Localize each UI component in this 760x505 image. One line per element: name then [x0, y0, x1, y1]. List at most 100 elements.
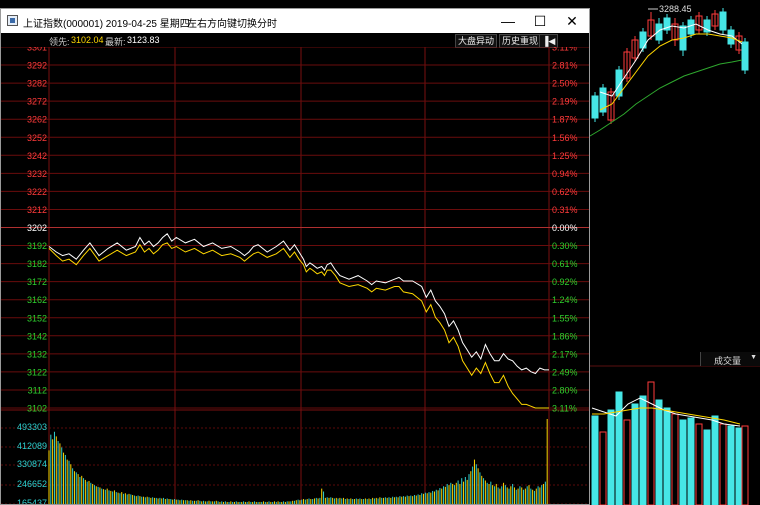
price-tick-label: 3172 — [27, 277, 47, 287]
volume-tick-label: 412089 — [17, 441, 47, 451]
intraday-popup-window: 上证指数(000001) 2019-04-25 星期四 左右方向键切换分时 — … — [0, 8, 590, 505]
chart-grid — [1, 47, 589, 504]
bg-volume-bar — [671, 413, 679, 505]
kline-candles — [591, 8, 749, 124]
percent-tick-label: 0.00% — [552, 223, 578, 233]
price-tick-label: 3262 — [27, 115, 47, 125]
average-price-line — [48, 242, 549, 409]
price-tick-label: 3282 — [27, 79, 47, 89]
high-price-label: 3288.45 — [659, 4, 692, 14]
candle-body — [687, 19, 695, 35]
percent-tick-label: 1.25% — [552, 151, 578, 161]
price-tick-label: 3132 — [27, 349, 47, 359]
percent-tick-label: 2.80% — [552, 385, 578, 395]
bg-volume-bar — [623, 419, 631, 505]
percent-tick-label: 2.81% — [552, 61, 578, 71]
percent-tick-label: 0.94% — [552, 169, 578, 179]
price-tick-label: 3232 — [27, 169, 47, 179]
price-tick-label: 3301 — [27, 47, 47, 53]
bg-volume-bar — [727, 425, 735, 505]
bg-volume-bar — [687, 417, 695, 505]
bg-volume-bar — [711, 415, 719, 505]
percent-tick-label: 1.24% — [552, 295, 578, 305]
percent-tick-label: 1.86% — [552, 331, 578, 341]
price-tick-label: 3182 — [27, 259, 47, 269]
price-tick-label: 3112 — [28, 385, 47, 395]
maximize-button[interactable]: ☐ — [525, 9, 555, 33]
bg-volume-bar — [655, 399, 663, 505]
percent-tick-label: 0.30% — [552, 241, 578, 251]
percent-tick-label: 2.17% — [552, 349, 578, 359]
volume-tick-label: 246652 — [17, 479, 47, 489]
price-tick-label: 3222 — [27, 187, 47, 197]
price-lines — [48, 233, 549, 409]
price-tick-label: 3192 — [27, 241, 47, 251]
minimize-button[interactable]: — — [493, 9, 523, 33]
price-tick-label: 3202 — [27, 223, 47, 233]
title-bar[interactable]: 上证指数(000001) 2019-04-25 星期四 左右方向键切换分时 — … — [1, 9, 589, 33]
bg-volume-bar — [615, 391, 623, 505]
bg-volume-bar — [663, 407, 671, 505]
chevron-down-icon: ▼ — [750, 354, 757, 361]
bg-volume-bar — [599, 431, 607, 505]
price-axis: 3301 3292 3282 3272 3262 3252 3242 3232 3222 3212… — [27, 47, 47, 414]
volume-tab-label: 成交量 — [714, 356, 742, 366]
price-tick-label: 3142 — [27, 331, 47, 341]
price-tick-label: 3102 — [27, 404, 47, 414]
percent-tick-label: 2.49% — [552, 367, 578, 377]
percent-tick-label: 0.92% — [552, 277, 578, 287]
ma20-line — [589, 59, 743, 137]
volume-tick-label: 330874 — [17, 459, 47, 469]
pin-button[interactable]: ▐◀ — [539, 34, 559, 48]
volume-tick-label: 493303 — [17, 422, 47, 432]
price-tick-label: 3242 — [27, 151, 47, 161]
intraday-chart: 3301 3292 3282 3272 3262 3252 3242 3232 3222 3212… — [1, 47, 589, 505]
percent-axis: 3.11% 2.81% 2.50% 2.19% 1.87% 1.56% 1.25% 0.94%… — [552, 47, 578, 414]
candle-body — [591, 95, 599, 119]
percent-tick-label: 2.19% — [552, 97, 578, 107]
history-replay-button[interactable]: 历史重现 — [499, 34, 542, 48]
price-tick-label: 3122 — [27, 367, 47, 377]
percent-tick-label: 0.31% — [552, 205, 578, 215]
price-tick-label: 3252 — [27, 133, 47, 143]
bg-volume-bar — [647, 381, 655, 505]
volume-tick-label: 165437 — [17, 498, 47, 505]
price-tick-label: 3212 — [27, 205, 47, 215]
volume-bars — [48, 419, 548, 504]
bg-volume-bar — [703, 429, 711, 505]
price-tick-label: 3162 — [27, 295, 47, 305]
percent-tick-label: 2.50% — [552, 79, 578, 89]
app-icon — [7, 15, 18, 26]
latest-value: 3123.83 — [127, 35, 160, 45]
volume-indicator-tab[interactable]: 成交量 ▼ — [700, 352, 760, 366]
percent-tick-label: 0.61% — [552, 259, 578, 269]
percent-tick-label: 1.55% — [552, 313, 578, 323]
percent-tick-label: 1.56% — [552, 133, 578, 143]
info-bar: 领先: 3102.04 最新: 3123.83 大盘异动 历史重现 ▐◀ — [1, 33, 589, 48]
bg-volume-bar — [631, 403, 639, 505]
price-tick-label: 3152 — [27, 313, 47, 323]
percent-tick-label: 3.11% — [552, 404, 577, 414]
volume-axis: 493303 412089 330874 246652 165437 — [17, 422, 47, 505]
bg-volume-bar — [735, 427, 743, 505]
bg-volume-bar — [719, 423, 727, 505]
navigation-hint: 左右方向键切换分时 — [187, 19, 277, 30]
bg-volume-bar — [607, 409, 615, 505]
volume-bars-background — [591, 381, 749, 505]
window-title: 上证指数(000001) 2019-04-25 星期四 — [23, 19, 190, 30]
percent-tick-label: 0.62% — [552, 187, 578, 197]
bg-volume-bar — [741, 425, 749, 505]
bg-volume-bar — [679, 419, 687, 505]
close-button[interactable]: ✕ — [557, 9, 587, 33]
candle-body — [719, 11, 727, 31]
bg-volume-bar — [695, 423, 703, 505]
bg-volume-bar — [639, 395, 647, 505]
percent-tick-label: 3.11% — [552, 47, 577, 53]
candle-body — [741, 41, 749, 71]
bg-volume-bar — [591, 415, 599, 505]
price-tick-label: 3292 — [27, 61, 47, 71]
percent-tick-label: 1.87% — [552, 115, 578, 125]
market-anomaly-button[interactable]: 大盘异动 — [455, 34, 498, 48]
leader-value: 3102.04 — [71, 35, 104, 45]
price-tick-label: 3272 — [27, 97, 47, 107]
